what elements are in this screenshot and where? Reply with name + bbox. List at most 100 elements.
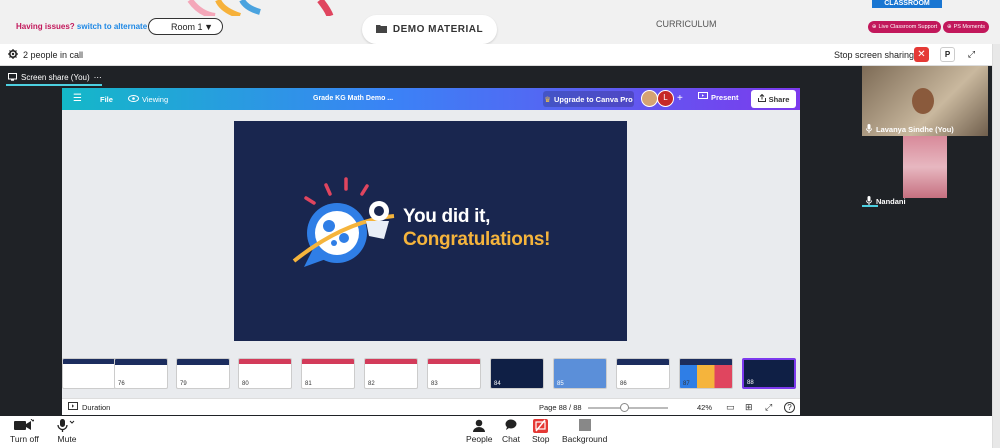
stop-sharing-label: Stop screen sharing xyxy=(834,50,915,60)
share-label: Share xyxy=(768,94,790,104)
people-button[interactable]: People xyxy=(466,419,492,444)
thumbnail-strip: 76 79 80 81 82 83 84 85 86 87 88 xyxy=(62,358,800,394)
microphone-icon xyxy=(57,419,77,434)
app-root: { "topbar": { "issue_text": "Having issu… xyxy=(0,0,1000,448)
screen-share-icon xyxy=(8,72,17,83)
thumbnail-number: 88 xyxy=(747,380,754,386)
gear-icon[interactable] xyxy=(8,49,18,61)
thumbnail-number: 87 xyxy=(683,381,690,387)
thumbnail[interactable]: 80 xyxy=(238,358,292,389)
crown-icon: ♛ xyxy=(544,94,551,104)
people-count: 2 people in call xyxy=(8,49,83,61)
thumbnail-number: 86 xyxy=(620,381,627,387)
background-label: Background xyxy=(562,434,608,444)
person-icon xyxy=(466,419,492,434)
room-select[interactable]: Room 1 ▼ xyxy=(148,18,223,35)
present-button[interactable]: Present xyxy=(698,92,739,102)
issue-message: Having issues? switch to alternate room xyxy=(16,22,169,31)
help-icon[interactable]: ? xyxy=(784,402,795,413)
duration-button[interactable]: Duration xyxy=(68,402,110,412)
scrollbar[interactable] xyxy=(992,44,1000,448)
background-button[interactable]: Background xyxy=(562,419,607,444)
thumbnail[interactable]: 87 xyxy=(679,358,733,389)
people-label: People xyxy=(466,434,493,444)
avatar-letter[interactable]: L xyxy=(657,90,674,107)
participant-name: Nandani xyxy=(876,197,906,206)
thumbnail-number: 76 xyxy=(118,381,125,387)
screen-share-tab[interactable]: Screen share (You) ⋯ xyxy=(8,70,102,85)
ps-moments-button[interactable]: ⊕ PS Moments xyxy=(943,21,989,33)
thumbnail[interactable]: 79 xyxy=(176,358,230,389)
thumbnail[interactable]: 84 xyxy=(490,358,544,389)
thumbnail[interactable]: 83 xyxy=(427,358,481,389)
thumbnail[interactable]: 85 xyxy=(553,358,607,389)
duration-label: Duration xyxy=(82,402,111,412)
microphone-icon xyxy=(866,124,872,135)
viewing-mode[interactable]: Viewing xyxy=(128,95,168,104)
participant-video xyxy=(903,136,947,198)
thumbnail-number: 83 xyxy=(431,381,438,387)
thumbnail[interactable]: 76 xyxy=(114,358,168,389)
video-camera-icon xyxy=(10,418,39,434)
thumbnail[interactable] xyxy=(62,358,116,389)
upgrade-label: Upgrade to Canva Pro xyxy=(553,94,633,104)
add-collaborator-icon[interactable]: + xyxy=(677,93,683,104)
participant-face xyxy=(912,88,934,114)
meeting-toolbar xyxy=(0,416,992,448)
eye-icon xyxy=(128,95,139,104)
fullscreen-icon[interactable]: ⤢ xyxy=(765,402,772,413)
stop-share-button[interactable]: Stop xyxy=(532,419,550,444)
turn-off-video-button[interactable]: Turn off xyxy=(10,418,39,444)
thumbnail-number: 84 xyxy=(494,381,501,387)
zoom-slider-handle[interactable] xyxy=(620,403,629,412)
thumbnail-selected[interactable]: 88 xyxy=(742,358,796,389)
file-menu[interactable]: File xyxy=(100,95,113,104)
slide-heading-line1: You did it, xyxy=(403,206,491,227)
zoom-level[interactable]: 42% xyxy=(697,403,712,412)
duration-icon xyxy=(68,402,78,412)
participant-name-tag: Lavanya Sindhe (You) xyxy=(866,124,954,135)
live-support-label: Live Classroom Support xyxy=(878,24,938,30)
document-title[interactable]: Grade KG Math Demo ... xyxy=(313,95,393,102)
active-speaker-indicator xyxy=(862,205,878,207)
share-button[interactable]: Share xyxy=(751,90,796,108)
background-icon xyxy=(562,419,607,434)
plus-circle-icon: ⊕ xyxy=(946,24,952,30)
menu-icon[interactable]: ☰ xyxy=(73,93,82,104)
canva-footer xyxy=(62,398,800,415)
thumbnail[interactable]: 82 xyxy=(364,358,418,389)
issue-text: Having issues? xyxy=(16,22,75,31)
mute-label: Mute xyxy=(57,434,77,444)
live-support-button[interactable]: ⊕ Live Classroom Support xyxy=(868,21,941,33)
thumbnails-icon[interactable]: ⊞ xyxy=(745,402,753,413)
chat-button[interactable]: Chat xyxy=(502,419,520,444)
demo-material-button[interactable]: DEMO MATERIAL xyxy=(362,15,497,44)
folder-icon xyxy=(375,24,387,36)
room-label: Room 1 xyxy=(171,21,203,32)
classroom-label: CLASSROOM xyxy=(872,0,942,8)
present-icon xyxy=(698,92,708,102)
thumbnail[interactable]: 81 xyxy=(301,358,355,389)
stop-sharing-button[interactable]: ✕ xyxy=(914,47,929,62)
turn-off-label: Turn off xyxy=(10,434,39,444)
plus-circle-icon: ⊕ xyxy=(871,24,877,30)
participant-name: Lavanya Sindhe (You) xyxy=(876,125,954,134)
thumbnail-number: 80 xyxy=(242,381,249,387)
page-indicator: Page 88 / 88 xyxy=(539,403,582,412)
fullscreen-icon[interactable]: ⤢ xyxy=(963,47,980,62)
curriculum-tab[interactable]: CURRICULUM xyxy=(656,19,717,29)
ps-moments-label: PS Moments xyxy=(953,24,986,30)
thumbnail[interactable]: 86 xyxy=(616,358,670,389)
thumbnail-number: 85 xyxy=(557,381,564,387)
decorative-arcs xyxy=(187,0,334,16)
mute-button[interactable]: Mute xyxy=(57,419,77,444)
more-icon[interactable]: ⋯ xyxy=(94,73,102,82)
pip-button[interactable]: P xyxy=(940,47,955,62)
demo-material-label: DEMO MATERIAL xyxy=(392,24,484,35)
avatar[interactable] xyxy=(641,90,658,107)
canva-header xyxy=(62,88,800,110)
active-tab-indicator xyxy=(6,84,102,86)
upgrade-button[interactable]: ♛ Upgrade to Canva Pro xyxy=(543,91,634,107)
chat-label: Chat xyxy=(502,434,520,444)
grid-view-icon[interactable]: ▭ xyxy=(726,402,735,413)
